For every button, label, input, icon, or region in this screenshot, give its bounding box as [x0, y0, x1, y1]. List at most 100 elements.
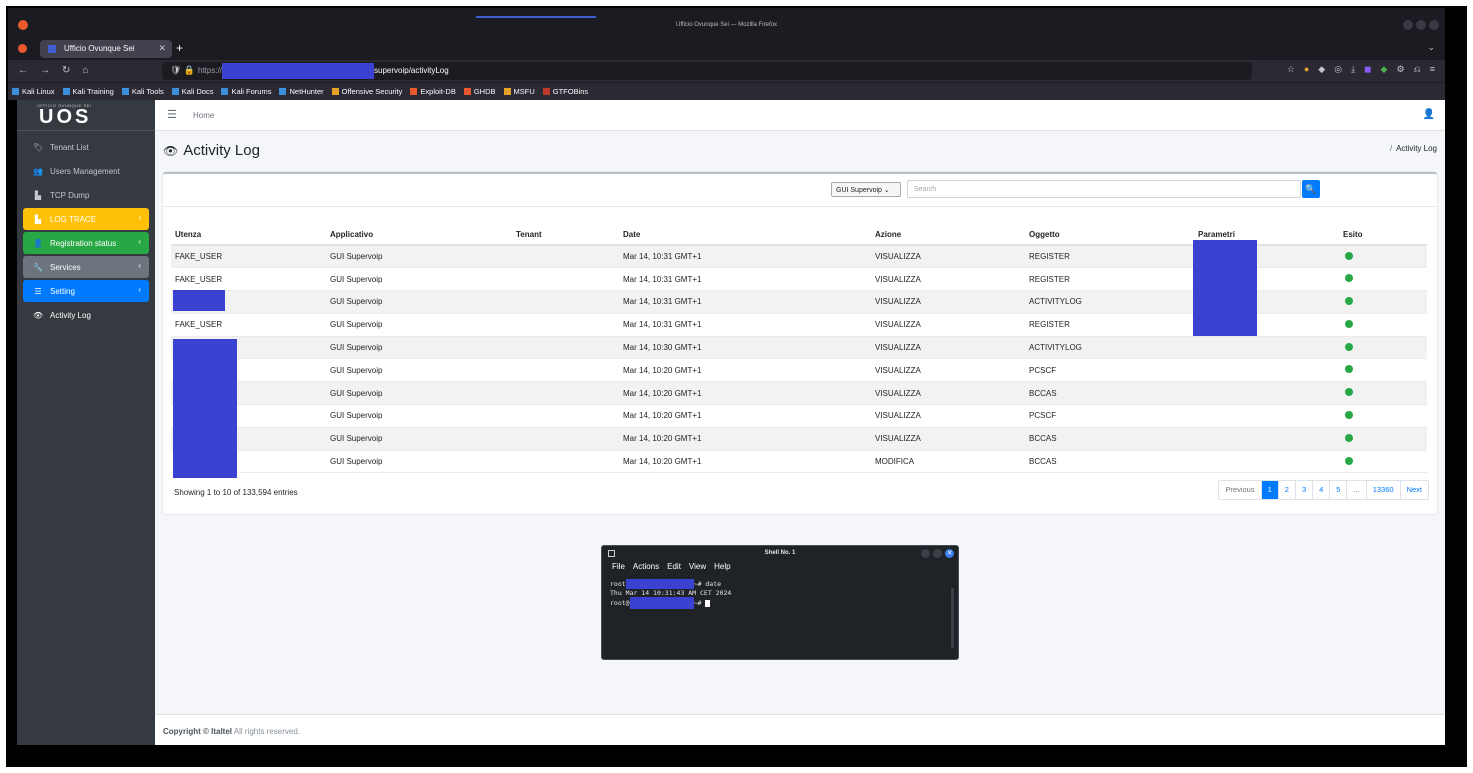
bookmark-icon [331, 88, 339, 95]
forward-icon[interactable]: → [40, 65, 50, 76]
close-window-icon[interactable] [1429, 20, 1439, 30]
chevron-left-icon: ‹ [138, 285, 141, 294]
page-button[interactable]: 4 [1312, 481, 1329, 499]
bookmark-item[interactable]: Kali Tools [121, 87, 164, 96]
search-button[interactable]: 🔍 [1302, 180, 1320, 198]
cell-azione: MODIFICA [871, 450, 1025, 474]
bookmark-item[interactable]: GHDB [463, 87, 496, 96]
terminal-menu-edit[interactable]: Edit [667, 562, 681, 571]
sidebar-item-users-management[interactable]: 👥 Users Management [23, 160, 149, 182]
menu-toggle-icon[interactable]: ☰ [167, 108, 177, 121]
terminal-menu-view[interactable]: View [689, 562, 706, 571]
table-row[interactable]: GUI Supervoip Mar 14, 10:20 GMT+1 VISUALIZ… [171, 404, 1427, 428]
application-select[interactable]: GUI Supervoip ⌄ [831, 182, 901, 197]
column-header[interactable]: Azione [871, 224, 1025, 246]
sidebar-item-tcp-dump[interactable]: ▙ TCP Dump [23, 184, 149, 206]
cell-date: Mar 14, 10:20 GMT+1 [619, 381, 871, 406]
column-header[interactable]: Tenant [512, 224, 619, 246]
cell-esito [1339, 290, 1427, 314]
terminal-window[interactable]: Shell No. 1 ✕ File Actions Edit View Help ro… [601, 545, 959, 660]
column-header[interactable]: Oggetto [1025, 224, 1194, 246]
bookmark-item[interactable]: Kali Docs [171, 87, 213, 96]
column-header[interactable]: Date [619, 224, 871, 246]
extension-icon[interactable]: ◼ [1364, 64, 1371, 75]
column-header[interactable]: Applicativo [326, 224, 512, 246]
footer: Copyright © Italtel All rights reserved. [155, 714, 1445, 745]
extensions-puzzle-icon[interactable]: ⎌ [1414, 64, 1421, 75]
url-bar[interactable]: 🛡 🔒 https:// supervoip/activityLog [162, 62, 1252, 80]
minimize-icon[interactable] [921, 549, 930, 558]
extension-icon[interactable]: ◆ [1381, 64, 1388, 75]
previous-page-button[interactable]: Previous [1219, 481, 1260, 499]
cell-azione: VISUALIZZA [871, 427, 1025, 451]
maximize-icon[interactable] [1416, 20, 1426, 30]
reload-icon[interactable]: ↻ [62, 65, 70, 76]
window-controls[interactable] [1403, 20, 1439, 30]
bookmark-item[interactable]: MSFU [503, 87, 535, 96]
table-row[interactable]: GUI Supervoip Mar 14, 10:20 GMT+1 VISUALIZ… [171, 427, 1427, 451]
column-header[interactable]: Esito [1339, 224, 1427, 246]
browser-tab[interactable]: Ufficio Ovunque Sei ✕ [40, 40, 172, 58]
pocket-icon[interactable]: ◎ [1334, 64, 1342, 75]
next-page-button[interactable]: Next [1399, 481, 1428, 499]
cell-esito [1339, 336, 1427, 360]
home-icon[interactable]: ⌂ [82, 65, 88, 76]
status-success-icon [1345, 274, 1353, 283]
status-success-icon [1345, 296, 1353, 305]
minimize-icon[interactable] [1403, 20, 1413, 30]
user-icon[interactable]: 👤 [1423, 109, 1435, 120]
maximize-icon[interactable] [933, 549, 942, 558]
bookmark-item[interactable]: Kali Linux [12, 87, 55, 96]
list-tabs-icon[interactable]: ⌄ [1427, 42, 1435, 53]
bookmarks-toolbar: Kali Linux Kali Training Kali Tools Kali Do… [8, 82, 1445, 100]
extension-icon[interactable]: ● [1304, 64, 1309, 75]
download-icon[interactable]: ⤓ [1351, 64, 1355, 75]
redacted-block [173, 339, 237, 478]
back-icon[interactable]: ← [18, 65, 28, 76]
lock-icon[interactable]: 🛡 🔒 [170, 65, 195, 76]
page-button[interactable]: 2 [1277, 481, 1295, 499]
close-icon[interactable]: ✕ [945, 549, 954, 558]
table-row[interactable]: GUI Supervoip Mar 14, 10:30 GMT+1 VISUALIZ… [171, 336, 1427, 360]
terminal-menu-file[interactable]: File [612, 562, 625, 571]
brand[interactable]: UFFICIO OVUNQUE SEI UOS [17, 100, 155, 131]
bookmark-item[interactable]: Offensive Security [331, 87, 402, 96]
table-row[interactable]: GUI Supervoip Mar 14, 10:20 GMT+1 VISUALIZ… [171, 358, 1427, 383]
table-row[interactable]: GUI Supervoip Mar 14, 10:20 GMT+1 MODIFICA… [171, 450, 1427, 474]
sidebar-item-log-trace[interactable]: ▙ LOG TRACE ‹ [23, 208, 149, 230]
close-tab-icon[interactable]: ✕ [158, 43, 166, 54]
bookmark-icon [410, 88, 418, 95]
bookmark-item[interactable]: Kali Forums [221, 87, 271, 96]
search-input[interactable]: Search [907, 180, 1301, 198]
bookmark-star-icon[interactable]: ☆ [1287, 64, 1295, 75]
table-row[interactable]: GUI Supervoip Mar 14, 10:20 GMT+1 VISUALIZ… [171, 381, 1427, 406]
bookmark-label: MSFU [513, 87, 535, 96]
terminal-titlebar[interactable]: Shell No. 1 ✕ [602, 546, 958, 562]
page-button[interactable]: 1 [1260, 481, 1278, 499]
bookmark-item[interactable]: Kali Training [62, 87, 114, 96]
sidebar-item-registration-status[interactable]: 👤 Registration status ‹ [23, 232, 149, 254]
bookmark-label: Kali Linux [22, 87, 55, 96]
terminal-output[interactable]: root ~# date Thu Mar 14 10:31:43 AM CET 2… [602, 571, 958, 609]
bookmark-item[interactable]: GTFOBins [542, 87, 588, 96]
bookmark-item[interactable]: NetHunter [279, 87, 324, 96]
settings-icon[interactable]: ⚙ [1396, 64, 1404, 75]
sidebar-item-services[interactable]: 🔧 Services ‹ [23, 256, 149, 278]
extension-icon[interactable]: ◆ [1318, 64, 1325, 75]
new-tab-icon[interactable]: + [176, 41, 183, 55]
scrollbar[interactable] [951, 588, 954, 648]
terminal-menu-actions[interactable]: Actions [633, 562, 659, 571]
column-header[interactable]: Utenza [171, 224, 326, 246]
sidebar-item-activity-log[interactable]: 👁 Activity Log [23, 304, 149, 326]
menu-icon[interactable]: ≡ [1430, 64, 1435, 75]
bookmark-item[interactable]: Exploit-DB [410, 87, 456, 96]
url-path: supervoip/activityLog [374, 66, 449, 75]
sidebar-item-setting[interactable]: ☰ Setting ‹ [23, 280, 149, 302]
sidebar-item-tenant-list[interactable]: 🏷 Tenant List [23, 136, 149, 158]
cell-date: Mar 14, 10:20 GMT+1 [619, 427, 871, 451]
terminal-menu-help[interactable]: Help [714, 562, 730, 571]
page-button[interactable]: 5 [1329, 481, 1346, 499]
page-button[interactable]: 13360 [1365, 481, 1400, 499]
page-button[interactable]: 3 [1294, 481, 1312, 499]
home-link[interactable]: Home [193, 111, 214, 120]
